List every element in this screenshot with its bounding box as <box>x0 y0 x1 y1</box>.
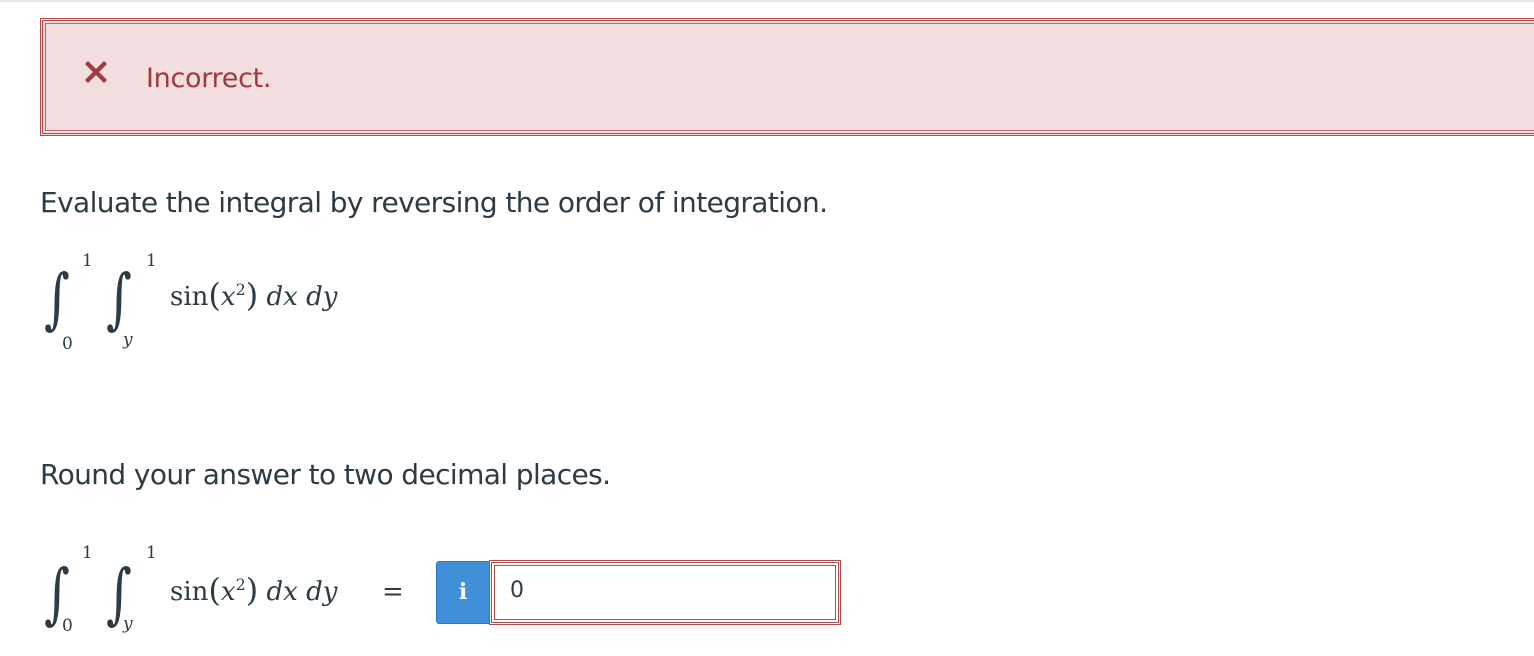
info-icon: i <box>458 579 468 605</box>
inner-upper-limit: 1 <box>146 543 157 563</box>
inner-lower-limit: y <box>123 614 133 634</box>
top-divider <box>0 0 1534 2</box>
answer-field[interactable] <box>489 560 841 625</box>
outer-upper-limit: 1 <box>82 543 93 563</box>
differentials: dx dy <box>266 577 338 607</box>
question-prompt: Evaluate the integral by reversing the o… <box>40 186 828 219</box>
answer-input[interactable] <box>500 569 840 611</box>
x-mark-icon <box>85 61 107 83</box>
outer-upper-limit: 1 <box>82 251 93 271</box>
inner-integral-sign: ∫ <box>106 260 132 337</box>
integrand-exponent: 2 <box>235 575 246 594</box>
alert-status-text: Incorrect. <box>146 63 272 94</box>
integrand: sin(x2) dx dy <box>170 571 338 609</box>
integrand-exponent: 2 <box>235 280 246 299</box>
integrand-function: sin <box>170 282 209 312</box>
outer-lower-limit: 0 <box>62 334 73 354</box>
rounding-instruction: Round your answer to two decimal places. <box>40 458 611 491</box>
incorrect-alert: Incorrect. <box>40 18 1534 136</box>
integrand-function: sin <box>170 577 209 607</box>
outer-integral-sign: ∫ <box>44 260 70 337</box>
inner-upper-limit: 1 <box>146 251 157 271</box>
info-button[interactable]: i <box>436 561 490 624</box>
integrand-variable: x <box>220 282 236 312</box>
inner-lower-limit: y <box>123 330 133 350</box>
integrand: sin(x2) dx dy <box>170 276 338 314</box>
integrand-variable: x <box>220 577 236 607</box>
equals-sign: = <box>382 577 404 607</box>
outer-lower-limit: 0 <box>62 616 73 636</box>
differentials: dx dy <box>266 282 338 312</box>
